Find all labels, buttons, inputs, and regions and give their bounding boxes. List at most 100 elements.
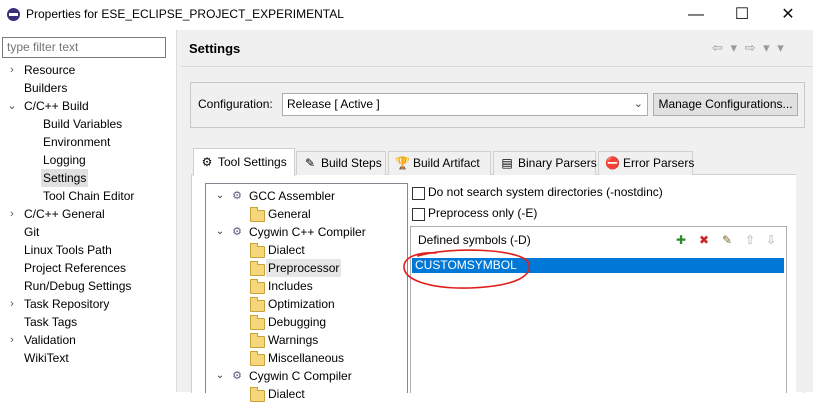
nostdinc-checkbox[interactable]	[412, 187, 425, 200]
nav-item-label: Environment	[43, 135, 111, 149]
chevron-down-icon[interactable]: ⌄	[214, 223, 226, 241]
preprocess-only-checkbox[interactable]	[412, 208, 425, 221]
tool-tree-label: Debugging	[268, 315, 327, 329]
nav-item-label: WikiText	[24, 351, 69, 365]
panel-edge	[796, 174, 813, 392]
nav-item-label: Logging	[43, 153, 86, 167]
maximize-button[interactable]: ☐	[722, 0, 762, 30]
nav-item-label: Git	[24, 225, 40, 239]
tab-label: Binary Parsers	[518, 156, 597, 170]
binary-parsers-icon: ▤	[501, 156, 513, 170]
tool-tree-item[interactable]: Preprocessor	[206, 259, 405, 277]
nav-item-label: Project References	[24, 261, 127, 275]
nav-item-label: Resource	[24, 63, 76, 77]
nav-item-label: Linux Tools Path	[24, 243, 112, 257]
manage-configurations-button[interactable]: Manage Configurations...	[653, 93, 798, 116]
tool-tree-item[interactable]: Includes	[206, 277, 405, 295]
tool-tree-label: Warnings	[268, 333, 319, 347]
tool-gear-icon: ⚙	[232, 226, 242, 238]
nav-item-label: Settings	[41, 169, 89, 187]
tab-label: Build Artifact	[413, 156, 480, 170]
defined-symbols-header: Defined symbols (-D)	[418, 233, 531, 247]
nav-item-label: Build Variables	[43, 117, 123, 131]
add-icon[interactable]: ✚	[674, 233, 688, 247]
error-parsers-icon: ⛔	[605, 156, 620, 170]
move-up-icon[interactable]: ⇧	[743, 233, 757, 247]
tool-tree-label: General	[268, 207, 311, 221]
filter-input[interactable]	[3, 38, 166, 55]
history-nav-icon[interactable]: ⇦ ▾ ⇨ ▾ ▾	[712, 40, 786, 56]
tab-label: Tool Settings	[218, 155, 287, 169]
chevron-right-icon[interactable]: ›	[4, 205, 20, 223]
tool-gear-icon: ⚙	[232, 190, 242, 202]
tool-tree-label: GCC Assembler	[249, 189, 336, 203]
folder-icon	[250, 261, 265, 276]
tool-tree-label: Miscellaneous	[268, 351, 345, 365]
eclipse-app-icon	[7, 8, 20, 21]
folder-icon	[250, 333, 265, 348]
tool-tree-label: Preprocessor	[266, 259, 342, 277]
nav-item-label: Run/Debug Settings	[24, 279, 132, 293]
chevron-down-icon[interactable]: ⌄	[4, 97, 20, 115]
tool-tree-label: Includes	[268, 279, 313, 293]
nostdinc-label: Do not search system directories (-nostd…	[428, 185, 663, 199]
chevron-down-icon: ⌄	[633, 98, 643, 110]
chevron-right-icon[interactable]: ›	[4, 295, 20, 313]
tool-tree-label: Dialect	[268, 243, 305, 257]
tab-build-artifact[interactable]: 🏆 Build Artifact	[388, 151, 491, 175]
tool-tree-label: Dialect	[268, 387, 305, 401]
nav-item-label: C/C++ Build	[24, 99, 89, 113]
close-button[interactable]: ✕	[768, 0, 808, 30]
nav-item-label: Tool Chain Editor	[43, 189, 135, 203]
delete-icon[interactable]: ✖	[697, 233, 711, 247]
folder-icon	[250, 351, 265, 366]
folder-icon	[250, 243, 265, 258]
window-title: Properties for ESE_ECLIPSE_PROJECT_EXPER…	[26, 7, 344, 21]
minimize-button[interactable]: —	[676, 0, 716, 30]
tab-build-steps[interactable]: ✎ Build Steps	[296, 151, 386, 175]
build-artifact-icon: 🏆	[395, 156, 410, 170]
folder-icon	[250, 207, 265, 222]
tab-error-parsers[interactable]: ⛔ Error Parsers	[598, 151, 695, 175]
tool-gear-icon: ⚙	[232, 370, 242, 382]
defined-symbols-list	[410, 226, 787, 393]
tool-tree-item[interactable]: Miscellaneous	[206, 349, 405, 367]
tool-tree-node[interactable]: ⌄ ⚙ Cygwin C++ Compiler	[206, 223, 405, 241]
tool-tree-node[interactable]: ⌄ ⚙ Cygwin C Compiler	[206, 367, 405, 385]
nav-item-label: Builders	[24, 81, 68, 95]
chevron-down-icon[interactable]: ⌄	[214, 187, 226, 205]
tool-tree-item[interactable]: Dialect	[206, 385, 405, 403]
divider	[181, 66, 813, 67]
chevron-right-icon[interactable]: ›	[4, 61, 20, 79]
tool-tree-item[interactable]: Debugging	[206, 313, 405, 331]
edit-icon[interactable]: ✎	[720, 233, 734, 247]
tool-tree-item[interactable]: Optimization	[206, 295, 405, 313]
tool-tree-label: Cygwin C Compiler	[249, 369, 352, 383]
chevron-right-icon[interactable]: ›	[4, 331, 20, 349]
tab-tool-settings[interactable]: ⚙ Tool Settings	[193, 148, 295, 176]
tool-tree-item[interactable]: General	[206, 205, 405, 223]
preprocess-only-label: Preprocess only (-E)	[428, 206, 538, 220]
configuration-value: Release [ Active ]	[287, 97, 380, 111]
folder-icon	[250, 315, 265, 330]
tool-settings-icon: ⚙	[201, 155, 213, 169]
tool-tree-item[interactable]: Dialect	[206, 241, 405, 259]
tool-tree-node[interactable]: ⌄ ⚙ GCC Assembler	[206, 187, 405, 205]
nav-item-label: C/C++ General	[24, 207, 105, 221]
tab-label: Build Steps	[321, 156, 382, 170]
configuration-label: Configuration:	[198, 97, 273, 111]
tab-label: Error Parsers	[623, 156, 695, 170]
nav-item-label: Validation	[24, 333, 76, 347]
list-item[interactable]: CUSTOMSYMBOL	[412, 258, 784, 273]
folder-icon	[250, 297, 265, 312]
tool-tree-label: Optimization	[268, 297, 335, 311]
filter-box	[2, 37, 166, 58]
tool-tree-item[interactable]: Warnings	[206, 331, 405, 349]
move-down-icon[interactable]: ⇩	[764, 233, 778, 247]
chevron-down-icon[interactable]: ⌄	[214, 367, 226, 385]
tab-binary-parsers[interactable]: ▤ Binary Parsers	[493, 151, 597, 175]
configuration-select[interactable]: Release [ Active ] ⌄	[282, 93, 648, 116]
page-title: Settings	[189, 41, 241, 56]
nav-item-label: Task Tags	[24, 315, 78, 329]
nav-item-label: Task Repository	[24, 297, 110, 311]
